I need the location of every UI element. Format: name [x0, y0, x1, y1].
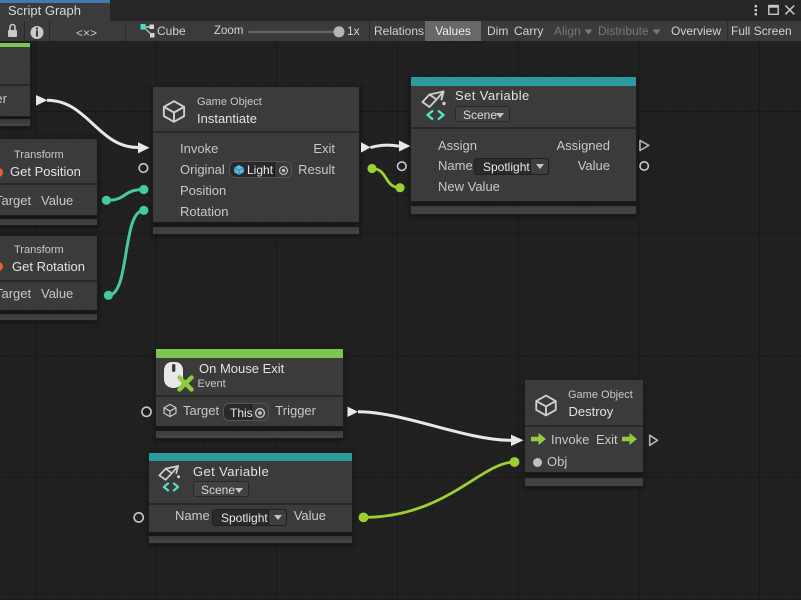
- svg-text:<×>: <×>: [76, 26, 97, 40]
